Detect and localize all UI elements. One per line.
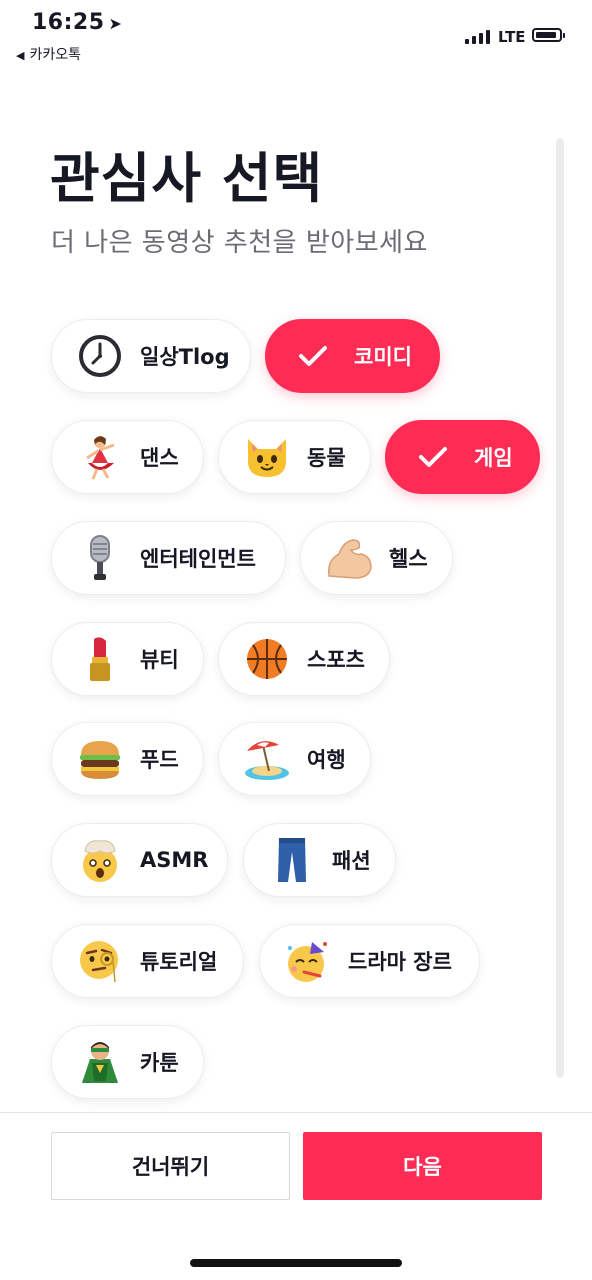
interest-chip-entertainment[interactable]: 엔터테인먼트 [51,521,286,595]
interest-chip-food[interactable]: 푸드 [51,722,204,796]
interest-label: 댄스 [140,446,179,470]
interest-label: 게임 [474,446,513,470]
jeans-icon [268,836,316,884]
interest-chip-daily-vlog[interactable]: 일상Tlog [51,319,251,393]
superhero-icon [76,1038,124,1086]
interest-chip-cartoon[interactable]: 카툰 [51,1025,204,1099]
interest-label: 뷰티 [140,648,179,672]
monocle-face-icon [76,937,124,985]
check-icon [299,346,327,366]
interest-label: 동물 [307,446,346,470]
interest-chip-travel[interactable]: 여행 [218,722,371,796]
exploding-head-icon [76,836,124,884]
location-arrow-icon: ➤ [108,14,123,33]
network-type: LTE [498,28,526,46]
interest-label: 여행 [307,748,346,772]
interest-chip-fashion[interactable]: 패션 [243,823,396,897]
interest-chip-dance[interactable]: 댄스 [51,420,204,494]
lipstick-icon [76,635,124,683]
cat-face-icon [243,433,291,481]
interest-label: 카툰 [140,1051,179,1075]
interest-label: 엔터테인먼트 [140,547,256,571]
status-time: 16:25 ➤ [32,10,122,35]
interest-chip-fitness[interactable]: 헬스 [300,521,453,595]
interest-chip-drama[interactable]: 드라마 장르 [259,924,480,998]
interest-label: ASMR [140,848,209,872]
basketball-icon [243,635,291,683]
interest-label: 코미디 [354,345,412,369]
battery-icon [532,28,565,42]
interest-label: 일상Tlog [140,345,230,369]
footer-divider [0,1112,592,1113]
interest-chip-beauty[interactable]: 뷰티 [51,622,204,696]
back-triangle-icon: ◀ [16,49,25,62]
interest-label: 스포츠 [307,648,365,672]
status-time-text: 16:25 [32,10,105,35]
interest-label: 드라마 장르 [348,950,452,974]
interest-label: 패션 [332,849,371,873]
partying-face-icon [284,937,332,985]
back-app-label: 카카오톡 [29,47,81,63]
interest-chip-animals[interactable]: 동물 [218,420,371,494]
hamburger-icon [76,735,124,783]
back-to-app-link[interactable]: ◀ 카카오톡 [16,44,81,64]
interest-chip-game[interactable]: 게임 [385,420,540,494]
cellular-signal-icon [465,28,493,44]
status-bar: 16:25 ➤ ◀ 카카오톡 LTE [0,0,592,70]
next-button[interactable]: 다음 [303,1132,542,1200]
flexed-biceps-icon [325,534,373,582]
scrollbar[interactable] [556,138,564,1078]
interest-chip-asmr[interactable]: ASMR [51,823,228,897]
interest-label: 푸드 [140,748,179,772]
microphone-icon [76,534,124,582]
skip-button[interactable]: 건너뛰기 [51,1132,290,1200]
interest-chip-tutorial[interactable]: 튜토리얼 [51,924,244,998]
home-indicator[interactable] [190,1259,402,1267]
beach-umbrella-icon [243,735,291,783]
interest-chip-comedy[interactable]: 코미디 [265,319,440,393]
check-icon [419,447,447,467]
page-subtitle: 더 나은 동영상 추천을 받아보세요 [51,228,428,258]
interest-label: 헬스 [389,547,428,571]
dancer-icon [76,433,124,481]
interest-chip-sports[interactable]: 스포츠 [218,622,390,696]
clock-icon [76,332,124,380]
interest-label: 튜토리얼 [140,950,218,974]
page-title: 관심사 선택 [50,147,324,210]
